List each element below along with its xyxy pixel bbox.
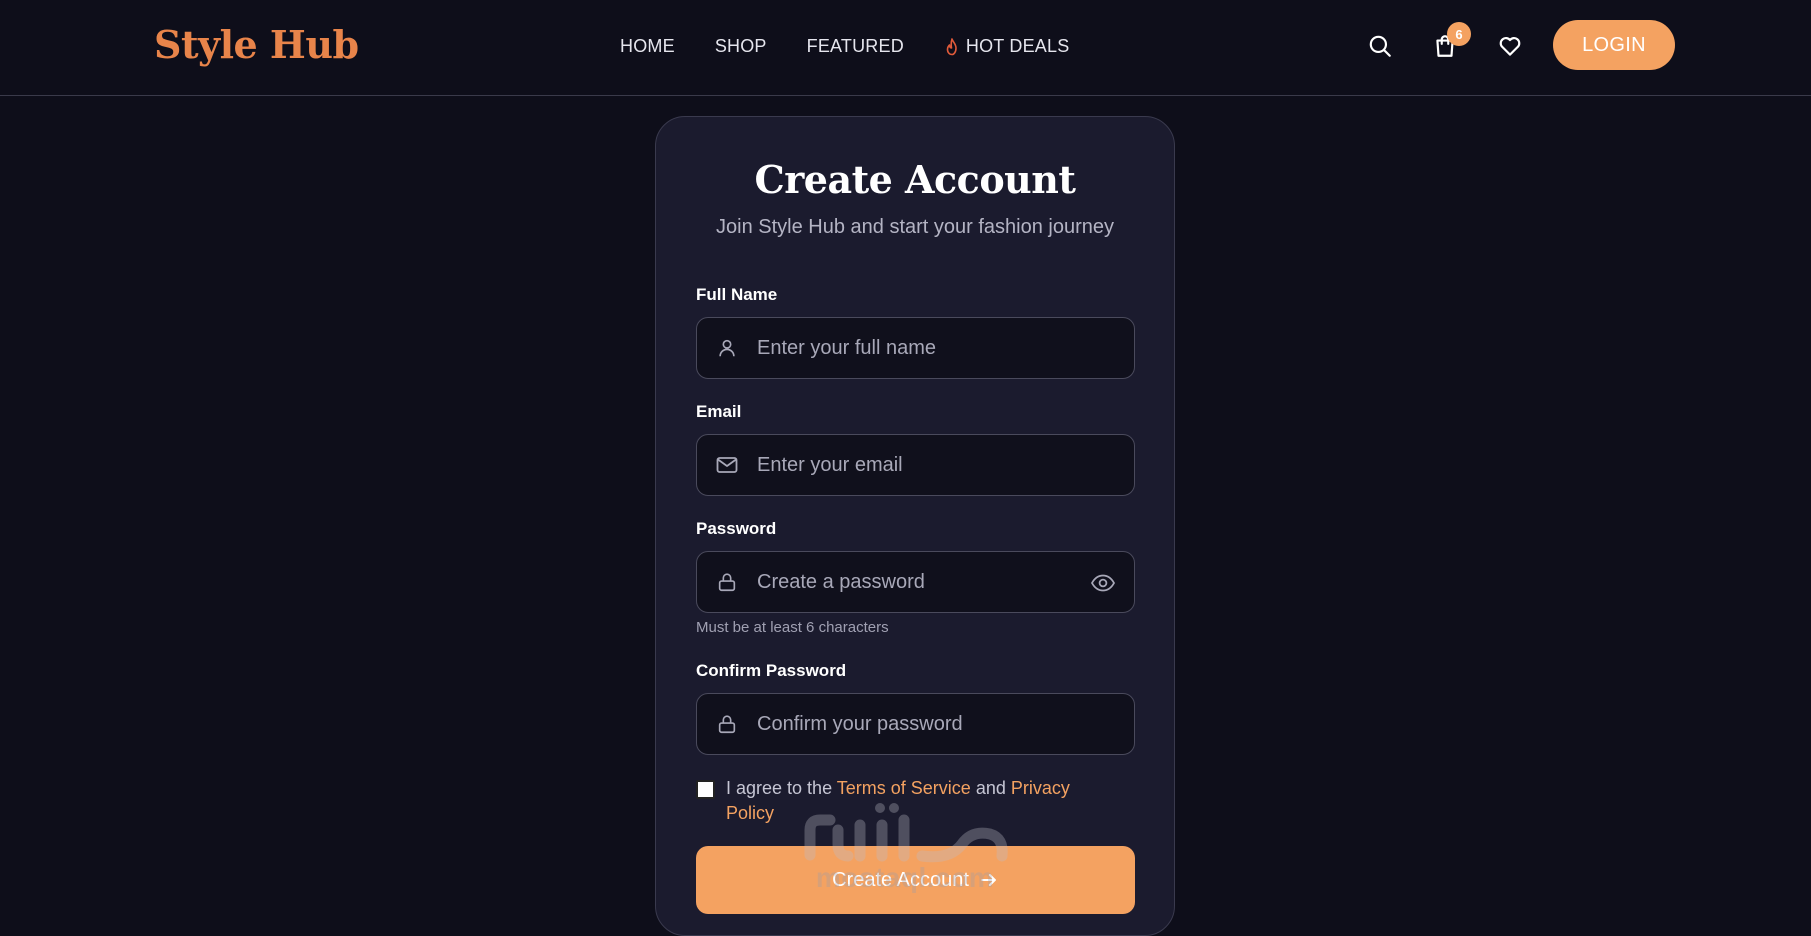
mail-icon [715,453,739,477]
nav-hot-deals[interactable]: HOT DEALS [944,36,1070,57]
user-icon [715,336,739,360]
navbar: Style Hub HOME SHOP FEATURED HOT DEALS 6… [0,0,1811,96]
page-subtitle: Join Style Hub and start your fashion jo… [716,216,1114,238]
full-name-input[interactable] [757,336,1087,360]
lock-icon [715,570,739,594]
cart-button[interactable]: 6 [1429,22,1471,62]
nav-featured[interactable]: FEATURED [807,36,904,57]
search-icon [1369,35,1391,57]
lock-icon [715,712,739,736]
eye-icon[interactable] [1090,571,1116,595]
terms-prefix: I agree to the [726,778,833,798]
arrow-right-icon [981,874,996,886]
main-nav: HOME SHOP FEATURED HOT DEALS [620,36,1069,57]
terms-of-service-link[interactable]: Terms of Service [837,778,971,798]
terms-and: and [975,778,1006,798]
terms-agreement: I agree to the Terms of Service and Priv… [696,776,1116,826]
password-input[interactable] [757,570,1087,594]
confirm-password-input[interactable] [757,712,1087,736]
nav-home[interactable]: HOME [620,36,675,57]
password-label: Password [696,519,777,538]
terms-text: I agree to the Terms of Service and Priv… [726,776,1116,826]
full-name-field [696,317,1135,379]
cart-count-badge: 6 [1447,22,1471,46]
nav-shop[interactable]: SHOP [715,36,767,57]
password-hint: Must be at least 6 characters [696,619,889,636]
confirm-password-label: Confirm Password [696,661,847,680]
page-title: Create Account [754,157,1076,202]
email-field [696,434,1135,496]
full-name-label: Full Name [696,285,778,304]
logo[interactable]: Style Hub [154,22,359,67]
flame-icon [946,37,957,55]
heart-icon [1499,37,1521,56]
terms-checkbox[interactable] [696,780,715,799]
password-field [696,551,1135,613]
wishlist-button[interactable] [1494,30,1526,62]
email-input[interactable] [757,453,1087,477]
search-button[interactable] [1364,30,1396,62]
nav-hot-deals-label: HOT DEALS [965,36,1070,56]
confirm-password-field [696,693,1135,755]
login-button[interactable]: LOGIN [1553,20,1675,70]
email-label: Email [696,402,742,421]
create-account-label: Create Account [832,868,969,891]
signup-card: Create Account Join Style Hub and start … [655,116,1175,936]
create-account-button[interactable]: Create Account [696,846,1135,914]
